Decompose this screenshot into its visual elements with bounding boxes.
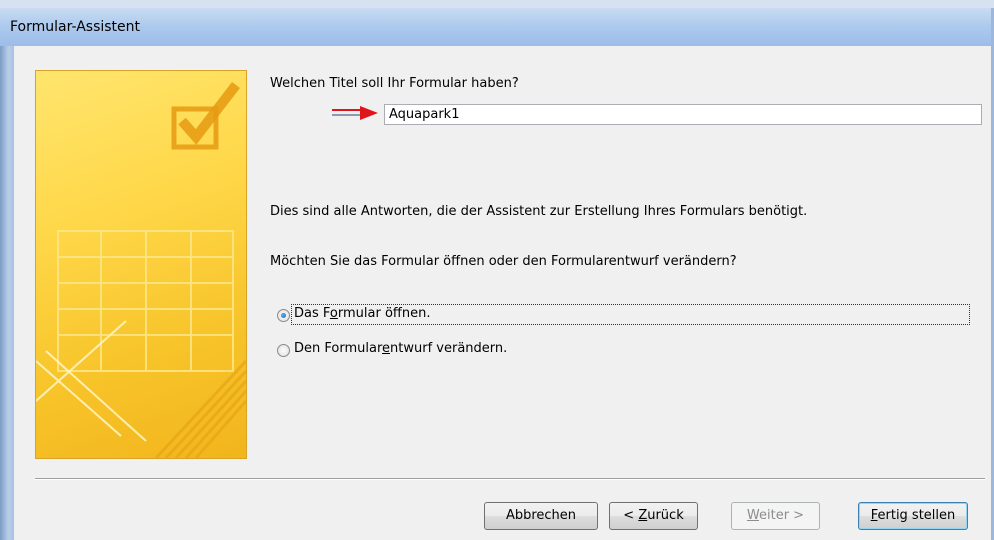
radio-button-selected[interactable] [277, 309, 290, 322]
radio-button[interactable] [277, 344, 290, 357]
wizard-client-area: Welchen Titel soll Ihr Formular haben? A… [14, 46, 991, 540]
info-text: Dies sind alle Antworten, die der Assist… [270, 204, 808, 219]
red-arrow-icon [332, 106, 378, 120]
next-button[interactable]: Weiter > [731, 502, 820, 530]
title-bar[interactable]: Formular-Assistent [0, 8, 994, 47]
title-question-label: Welchen Titel soll Ihr Formular haben? [270, 76, 519, 91]
back-button[interactable]: < Zurück [609, 502, 698, 530]
cancel-button[interactable]: Abbrechen [484, 502, 598, 530]
window-frame-left [0, 46, 14, 540]
radio-modify-design-label: Den Formularentwurf verändern. [294, 341, 508, 356]
open-question-label: Möchten Sie das Formular öffnen oder den… [270, 254, 737, 269]
checkbox-check-icon [171, 81, 240, 150]
form-title-input[interactable]: Aquapark1 [384, 104, 982, 125]
window-title: Formular-Assistent [10, 19, 141, 35]
wizard-banner-image [35, 70, 247, 459]
finish-button[interactable]: Fertig stellen [858, 502, 968, 530]
wizard-window: Formular-Assistent Welchen Titel soll Ih… [0, 0, 994, 540]
separator-line [35, 478, 985, 480]
radio-open-form-label: Das Formular öffnen. [294, 306, 431, 321]
